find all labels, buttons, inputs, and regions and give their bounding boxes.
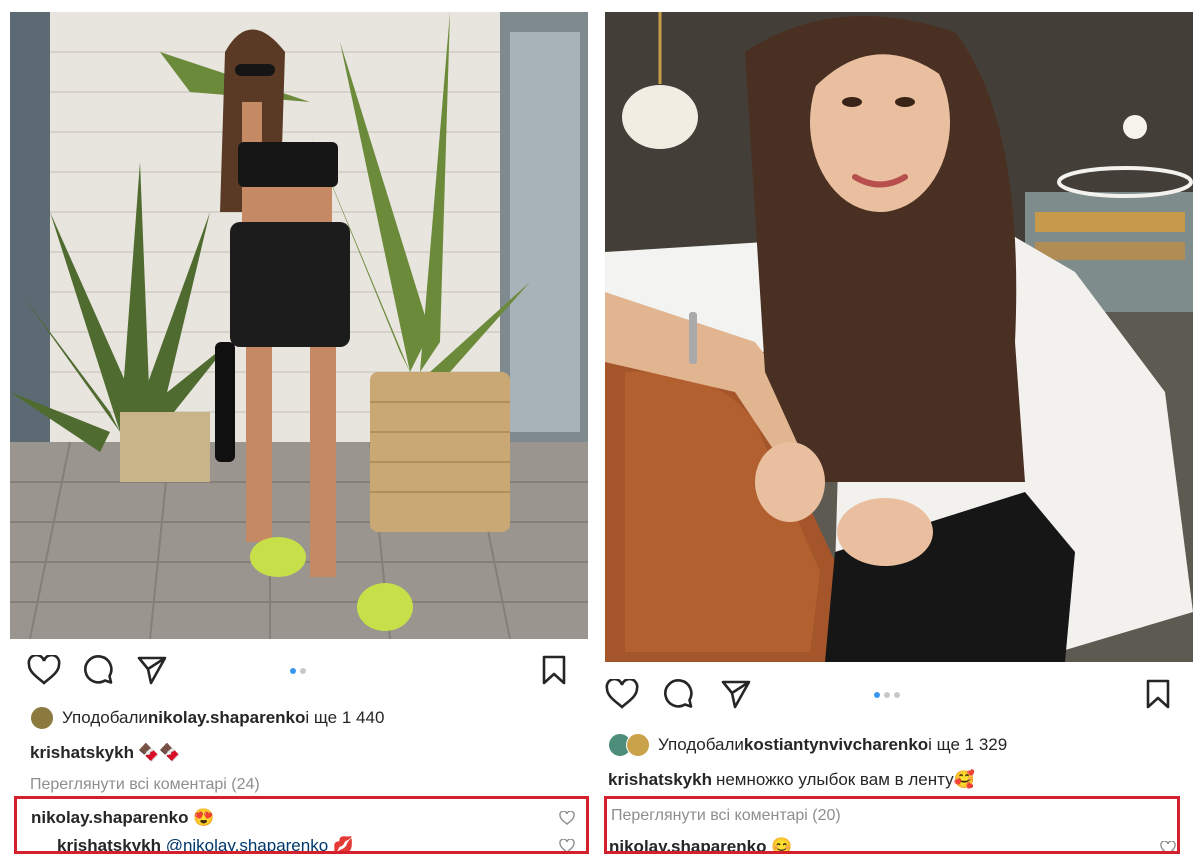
comment-icon bbox=[82, 654, 114, 691]
carousel-dot-active bbox=[874, 692, 880, 698]
comment: nikolay.shaparenko 😍 bbox=[31, 808, 214, 828]
bookmark-icon bbox=[541, 654, 567, 691]
likes-suffix: і ще 1 440 bbox=[305, 708, 385, 727]
post-caption: krishatskykh 🍫🍫 bbox=[30, 743, 180, 763]
likes-summary[interactable]: Уподобали kostiantynvivcharenko і ще 1 3… bbox=[608, 733, 1007, 757]
share-button[interactable] bbox=[132, 652, 172, 692]
likes-prefix: Уподобали bbox=[658, 735, 744, 754]
carousel-dot bbox=[894, 692, 900, 698]
comment-like-icon[interactable] bbox=[1160, 840, 1176, 851]
post-actions bbox=[0, 652, 598, 692]
comment-like-icon[interactable] bbox=[559, 810, 575, 830]
liker-avatars bbox=[30, 706, 54, 730]
likes-user[interactable]: kostiantynvivcharenko bbox=[744, 735, 928, 755]
post-actions bbox=[600, 676, 1200, 716]
carousel-indicator bbox=[290, 668, 306, 674]
comment-button[interactable] bbox=[78, 652, 118, 692]
share-button[interactable] bbox=[716, 676, 756, 716]
comment-user[interactable]: krishatskykh bbox=[57, 836, 161, 851]
comment-icon bbox=[662, 678, 694, 715]
comment-text: 💋 bbox=[332, 836, 355, 854]
highlighted-comments: nikolay.shaparenko 😍 krishatskykh @nikol… bbox=[14, 796, 589, 854]
comment: nikolay.shaparenko 😊 bbox=[609, 837, 793, 854]
comment-user[interactable]: nikolay.shaparenko bbox=[609, 837, 766, 851]
likes-prefix: Уподобали bbox=[62, 708, 148, 727]
comment-like-icon[interactable] bbox=[559, 838, 575, 851]
carousel-dot bbox=[884, 692, 890, 698]
photo-illustration bbox=[605, 12, 1193, 662]
post-caption: krishatskykh немножко улыбок вам в ленту🥰 bbox=[608, 770, 975, 790]
share-icon bbox=[136, 654, 168, 691]
post-photo-woman-sitting[interactable] bbox=[605, 12, 1193, 662]
view-all-comments-link[interactable]: Переглянути всі коментарі (24) bbox=[30, 776, 260, 794]
carousel-indicator bbox=[874, 692, 900, 698]
like-button[interactable] bbox=[24, 652, 64, 692]
like-button[interactable] bbox=[602, 676, 642, 716]
comment-text: 😊 bbox=[771, 837, 793, 854]
liker-avatars bbox=[608, 733, 650, 757]
caption-user[interactable]: krishatskykh bbox=[608, 770, 712, 789]
likes-user[interactable]: nikolay.shaparenko bbox=[148, 708, 305, 728]
comment-mention[interactable]: @nikolay.shaparenko bbox=[166, 836, 328, 851]
comment-button[interactable] bbox=[658, 676, 698, 716]
heart-icon bbox=[605, 677, 639, 714]
post-right: Уподобали kostiantynvivcharenko і ще 1 3… bbox=[600, 0, 1200, 854]
likes-summary[interactable]: Уподобали nikolay.shaparenko і ще 1 440 bbox=[30, 706, 384, 730]
likes-suffix: і ще 1 329 bbox=[928, 735, 1008, 754]
comment-user[interactable]: nikolay.shaparenko bbox=[31, 808, 188, 827]
heart-icon bbox=[27, 653, 61, 690]
save-button[interactable] bbox=[534, 652, 574, 692]
comment-reply: krishatskykh @nikolay.shaparenko 💋 bbox=[57, 836, 355, 854]
save-button[interactable] bbox=[1138, 676, 1178, 716]
photo-illustration bbox=[10, 12, 588, 639]
carousel-dot-active bbox=[290, 668, 296, 674]
avatar bbox=[30, 706, 54, 730]
caption-text: 🍫🍫 bbox=[137, 743, 181, 762]
carousel-dot bbox=[300, 668, 306, 674]
post-photo-woman-standing[interactable] bbox=[10, 12, 588, 639]
comment-text: 😍 bbox=[193, 808, 215, 827]
bookmark-icon bbox=[1145, 678, 1171, 715]
share-icon bbox=[720, 678, 752, 715]
avatar bbox=[626, 733, 650, 757]
highlighted-comments: Переглянути всі коментарі (20) nikolay.s… bbox=[604, 796, 1180, 854]
post-left: Уподобали nikolay.shaparenko і ще 1 440 … bbox=[0, 0, 598, 854]
view-all-comments-link[interactable]: Переглянути всі коментарі (20) bbox=[611, 807, 841, 825]
caption-text: немножко улыбок вам в ленту🥰 bbox=[715, 770, 975, 789]
caption-user[interactable]: krishatskykh bbox=[30, 743, 134, 762]
